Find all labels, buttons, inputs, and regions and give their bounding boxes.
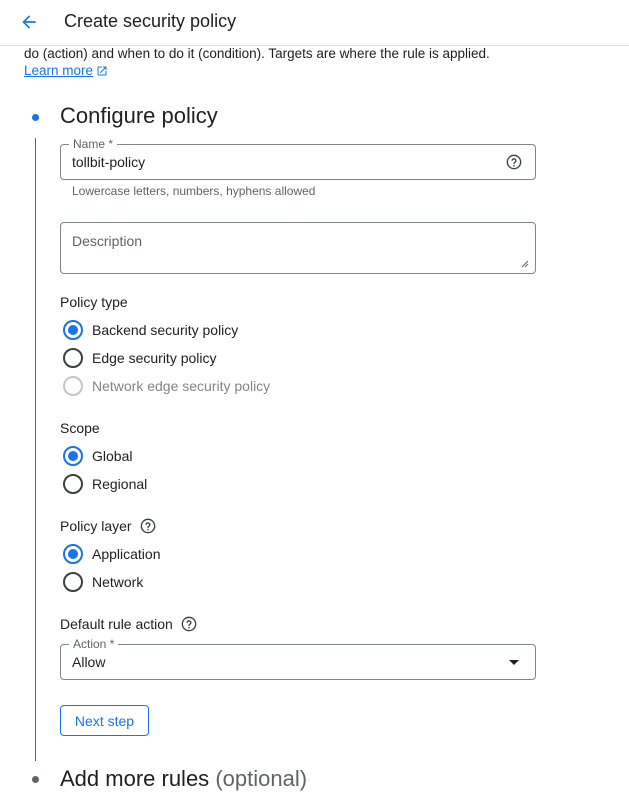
dropdown-arrow-icon — [509, 660, 519, 665]
policy-type-heading: Policy type — [60, 294, 128, 310]
step-title-add-more-rules-label: Add more rules — [60, 766, 210, 791]
radio-button[interactable] — [63, 572, 83, 592]
next-step-button[interactable]: Next step — [60, 705, 149, 736]
scope-heading: Scope — [60, 420, 100, 436]
policy-type-label: Policy type — [60, 294, 128, 310]
page-header: Create security policy — [0, 0, 629, 46]
intro-text: do (action) and when to do it (condition… — [24, 46, 490, 61]
name-hint: Lowercase letters, numbers, hyphens allo… — [72, 184, 316, 198]
radio-global[interactable]: Global — [63, 446, 132, 466]
name-input-value[interactable]: tollbit-policy — [72, 154, 145, 170]
open-in-new-icon — [96, 65, 108, 77]
back-button[interactable] — [17, 10, 41, 34]
radio-edge-security-policy[interactable]: Edge security policy — [63, 348, 217, 368]
radio-backend-security-policy[interactable]: Backend security policy — [63, 320, 238, 340]
radio-button[interactable] — [63, 320, 83, 340]
learn-more-link[interactable]: Learn more — [24, 63, 108, 78]
action-select[interactable]: Action * Allow — [60, 636, 536, 680]
radio-network[interactable]: Network — [63, 572, 143, 592]
radio-label: Edge security policy — [92, 350, 217, 366]
radio-label: Regional — [92, 476, 148, 492]
help-icon[interactable] — [181, 616, 197, 632]
radio-network-edge-security-policy: Network edge security policy — [63, 376, 270, 396]
learn-more-label: Learn more — [24, 63, 94, 78]
radio-label: Network edge security policy — [92, 378, 271, 394]
policy-layer-heading: Policy layer — [60, 518, 132, 534]
radio-application[interactable]: Application — [63, 544, 161, 564]
step-indicator-active — [32, 114, 39, 121]
radio-button[interactable] — [63, 446, 83, 466]
step-title-add-more-rules: Add more rules (optional) — [60, 766, 307, 792]
radio-button[interactable] — [63, 348, 83, 368]
radio-label: Global — [92, 448, 133, 464]
radio-label: Network — [92, 574, 144, 590]
description-field[interactable]: Description — [60, 222, 536, 274]
description-placeholder: Description — [72, 233, 143, 249]
scope-label: Scope — [60, 420, 100, 436]
action-select-value: Allow — [72, 654, 106, 670]
radio-button[interactable] — [63, 544, 83, 564]
step-title-configure: Configure policy — [60, 103, 218, 128]
step-connector — [35, 138, 36, 761]
help-icon[interactable] — [140, 518, 156, 534]
optional-tag: (optional) — [215, 766, 308, 791]
page-title: Create security policy — [64, 11, 237, 31]
radio-label: Backend security policy — [92, 322, 239, 338]
step-indicator-inactive — [32, 776, 39, 783]
help-icon[interactable] — [505, 153, 523, 171]
radio-regional[interactable]: Regional — [63, 474, 147, 494]
default-rule-action-heading: Default rule action — [60, 616, 173, 632]
name-field-label: Name * — [69, 136, 118, 152]
arrow-back-icon — [22, 15, 36, 29]
default-rule-action-label: Default rule action — [60, 616, 197, 632]
resize-handle-icon[interactable] — [521, 260, 529, 268]
action-field-label: Action * — [69, 636, 119, 652]
radio-button[interactable] — [63, 474, 83, 494]
policy-layer-label: Policy layer — [60, 518, 156, 534]
radio-button — [63, 376, 83, 396]
name-field[interactable]: Name * tollbit-policy — [60, 136, 536, 180]
radio-label: Application — [92, 546, 161, 562]
